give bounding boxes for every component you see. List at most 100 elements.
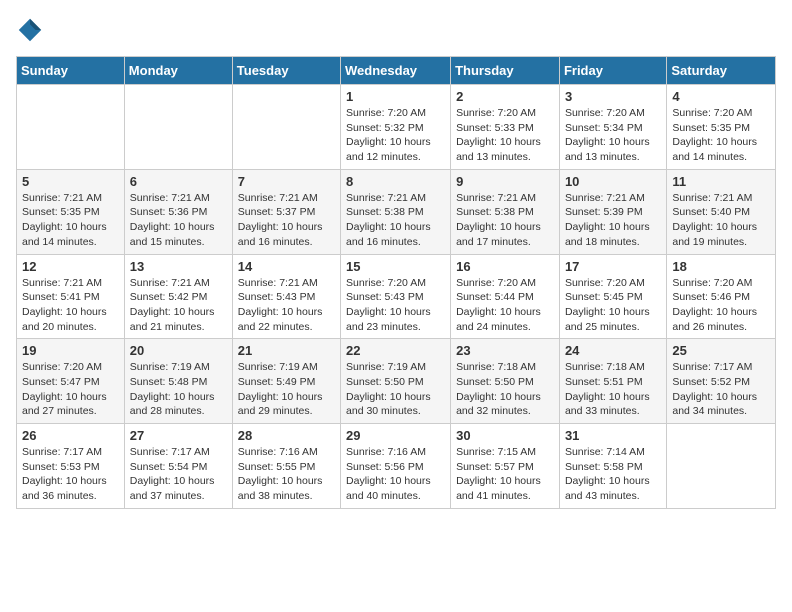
calendar-cell: 29 Sunrise: 7:16 AM Sunset: 5:56 PM Dayli… <box>341 424 451 509</box>
calendar-cell: 12 Sunrise: 7:21 AM Sunset: 5:41 PM Dayli… <box>17 254 125 339</box>
calendar-cell: 13 Sunrise: 7:21 AM Sunset: 5:42 PM Dayli… <box>124 254 232 339</box>
calendar-cell: 15 Sunrise: 7:20 AM Sunset: 5:43 PM Dayli… <box>341 254 451 339</box>
day-number: 10 <box>565 174 661 189</box>
calendar-table: SundayMondayTuesdayWednesdayThursdayFrid… <box>16 56 776 509</box>
calendar-cell: 9 Sunrise: 7:21 AM Sunset: 5:38 PM Daylig… <box>451 169 560 254</box>
day-info: Sunrise: 7:14 AM Sunset: 5:58 PM Dayligh… <box>565 445 661 504</box>
day-header-saturday: Saturday <box>667 57 776 85</box>
calendar-cell: 20 Sunrise: 7:19 AM Sunset: 5:48 PM Dayli… <box>124 339 232 424</box>
day-info: Sunrise: 7:19 AM Sunset: 5:49 PM Dayligh… <box>238 360 335 419</box>
day-number: 4 <box>672 89 770 104</box>
day-number: 30 <box>456 428 554 443</box>
day-info: Sunrise: 7:20 AM Sunset: 5:33 PM Dayligh… <box>456 106 554 165</box>
day-info: Sunrise: 7:21 AM Sunset: 5:39 PM Dayligh… <box>565 191 661 250</box>
calendar-cell: 10 Sunrise: 7:21 AM Sunset: 5:39 PM Dayli… <box>559 169 666 254</box>
day-info: Sunrise: 7:21 AM Sunset: 5:40 PM Dayligh… <box>672 191 770 250</box>
day-info: Sunrise: 7:17 AM Sunset: 5:54 PM Dayligh… <box>130 445 227 504</box>
day-info: Sunrise: 7:20 AM Sunset: 5:47 PM Dayligh… <box>22 360 119 419</box>
day-info: Sunrise: 7:20 AM Sunset: 5:45 PM Dayligh… <box>565 276 661 335</box>
day-number: 12 <box>22 259 119 274</box>
day-header-sunday: Sunday <box>17 57 125 85</box>
day-info: Sunrise: 7:21 AM Sunset: 5:38 PM Dayligh… <box>346 191 445 250</box>
calendar-cell: 23Sunrise: 7:18 AM Sunset: 5:50 PM Dayli… <box>451 339 560 424</box>
calendar-cell: 17 Sunrise: 7:20 AM Sunset: 5:45 PM Dayli… <box>559 254 666 339</box>
day-info: Sunrise: 7:19 AM Sunset: 5:50 PM Dayligh… <box>346 360 445 419</box>
day-info: Sunrise: 7:15 AM Sunset: 5:57 PM Dayligh… <box>456 445 554 504</box>
calendar-cell: 18 Sunrise: 7:20 AM Sunset: 5:46 PM Dayli… <box>667 254 776 339</box>
calendar-cell: 25 Sunrise: 7:17 AM Sunset: 5:52 PM Dayli… <box>667 339 776 424</box>
day-number: 11 <box>672 174 770 189</box>
day-info: Sunrise: 7:21 AM Sunset: 5:42 PM Dayligh… <box>130 276 227 335</box>
day-info: Sunrise: 7:20 AM Sunset: 5:46 PM Dayligh… <box>672 276 770 335</box>
calendar-cell: 2 Sunrise: 7:20 AM Sunset: 5:33 PM Daylig… <box>451 85 560 170</box>
calendar-cell: 11 Sunrise: 7:21 AM Sunset: 5:40 PM Dayli… <box>667 169 776 254</box>
day-info: Sunrise: 7:19 AM Sunset: 5:48 PM Dayligh… <box>130 360 227 419</box>
day-number: 18 <box>672 259 770 274</box>
day-number: 26 <box>22 428 119 443</box>
day-number: 9 <box>456 174 554 189</box>
day-info: Sunrise: 7:21 AM Sunset: 5:41 PM Dayligh… <box>22 276 119 335</box>
calendar-cell: 31 Sunrise: 7:14 AM Sunset: 5:58 PM Dayli… <box>559 424 666 509</box>
day-info: Sunrise: 7:21 AM Sunset: 5:35 PM Dayligh… <box>22 191 119 250</box>
day-number: 25 <box>672 343 770 358</box>
day-number: 6 <box>130 174 227 189</box>
day-number: 7 <box>238 174 335 189</box>
calendar-cell <box>17 85 125 170</box>
calendar-week-row: 26 Sunrise: 7:17 AM Sunset: 5:53 PM Dayli… <box>17 424 776 509</box>
day-number: 16 <box>456 259 554 274</box>
day-number: 27 <box>130 428 227 443</box>
calendar-cell: 24 Sunrise: 7:18 AM Sunset: 5:51 PM Dayli… <box>559 339 666 424</box>
day-header-friday: Friday <box>559 57 666 85</box>
calendar-cell: 8 Sunrise: 7:21 AM Sunset: 5:38 PM Daylig… <box>341 169 451 254</box>
day-info: Sunrise: 7:21 AM Sunset: 5:36 PM Dayligh… <box>130 191 227 250</box>
logo <box>16 16 48 44</box>
calendar-week-row: 12 Sunrise: 7:21 AM Sunset: 5:41 PM Dayli… <box>17 254 776 339</box>
logo-icon <box>16 16 44 44</box>
calendar-cell: 22 Sunrise: 7:19 AM Sunset: 5:50 PM Dayli… <box>341 339 451 424</box>
day-number: 13 <box>130 259 227 274</box>
day-info: Sunrise: 7:17 AM Sunset: 5:52 PM Dayligh… <box>672 360 770 419</box>
calendar-cell <box>124 85 232 170</box>
calendar-week-row: 1Sunrise: 7:20 AM Sunset: 5:32 PM Daylig… <box>17 85 776 170</box>
day-number: 19 <box>22 343 119 358</box>
day-info: Sunrise: 7:16 AM Sunset: 5:55 PM Dayligh… <box>238 445 335 504</box>
day-info: Sunrise: 7:18 AM Sunset: 5:50 PM Dayligh… <box>456 360 554 419</box>
day-number: 22 <box>346 343 445 358</box>
calendar-week-row: 19 Sunrise: 7:20 AM Sunset: 5:47 PM Dayli… <box>17 339 776 424</box>
calendar-cell: 26 Sunrise: 7:17 AM Sunset: 5:53 PM Dayli… <box>17 424 125 509</box>
day-info: Sunrise: 7:17 AM Sunset: 5:53 PM Dayligh… <box>22 445 119 504</box>
page-header <box>16 16 776 44</box>
calendar-header-row: SundayMondayTuesdayWednesdayThursdayFrid… <box>17 57 776 85</box>
calendar-cell: 19 Sunrise: 7:20 AM Sunset: 5:47 PM Dayli… <box>17 339 125 424</box>
calendar-cell: 30 Sunrise: 7:15 AM Sunset: 5:57 PM Dayli… <box>451 424 560 509</box>
day-info: Sunrise: 7:21 AM Sunset: 5:43 PM Dayligh… <box>238 276 335 335</box>
day-header-monday: Monday <box>124 57 232 85</box>
day-number: 29 <box>346 428 445 443</box>
calendar-cell <box>667 424 776 509</box>
day-number: 28 <box>238 428 335 443</box>
day-number: 8 <box>346 174 445 189</box>
day-number: 31 <box>565 428 661 443</box>
day-info: Sunrise: 7:16 AM Sunset: 5:56 PM Dayligh… <box>346 445 445 504</box>
calendar-cell <box>232 85 340 170</box>
calendar-cell: 16 Sunrise: 7:20 AM Sunset: 5:44 PM Dayli… <box>451 254 560 339</box>
day-number: 5 <box>22 174 119 189</box>
day-info: Sunrise: 7:21 AM Sunset: 5:37 PM Dayligh… <box>238 191 335 250</box>
day-number: 24 <box>565 343 661 358</box>
calendar-cell: 4Sunrise: 7:20 AM Sunset: 5:35 PM Daylig… <box>667 85 776 170</box>
day-number: 2 <box>456 89 554 104</box>
day-info: Sunrise: 7:18 AM Sunset: 5:51 PM Dayligh… <box>565 360 661 419</box>
calendar-cell: 28 Sunrise: 7:16 AM Sunset: 5:55 PM Dayli… <box>232 424 340 509</box>
calendar-cell: 14 Sunrise: 7:21 AM Sunset: 5:43 PM Dayli… <box>232 254 340 339</box>
day-number: 20 <box>130 343 227 358</box>
calendar-week-row: 5 Sunrise: 7:21 AM Sunset: 5:35 PM Daylig… <box>17 169 776 254</box>
day-info: Sunrise: 7:20 AM Sunset: 5:44 PM Dayligh… <box>456 276 554 335</box>
day-info: Sunrise: 7:21 AM Sunset: 5:38 PM Dayligh… <box>456 191 554 250</box>
day-number: 14 <box>238 259 335 274</box>
day-number: 1 <box>346 89 445 104</box>
day-number: 17 <box>565 259 661 274</box>
calendar-cell: 1Sunrise: 7:20 AM Sunset: 5:32 PM Daylig… <box>341 85 451 170</box>
day-number: 15 <box>346 259 445 274</box>
day-info: Sunrise: 7:20 AM Sunset: 5:34 PM Dayligh… <box>565 106 661 165</box>
day-info: Sunrise: 7:20 AM Sunset: 5:43 PM Dayligh… <box>346 276 445 335</box>
